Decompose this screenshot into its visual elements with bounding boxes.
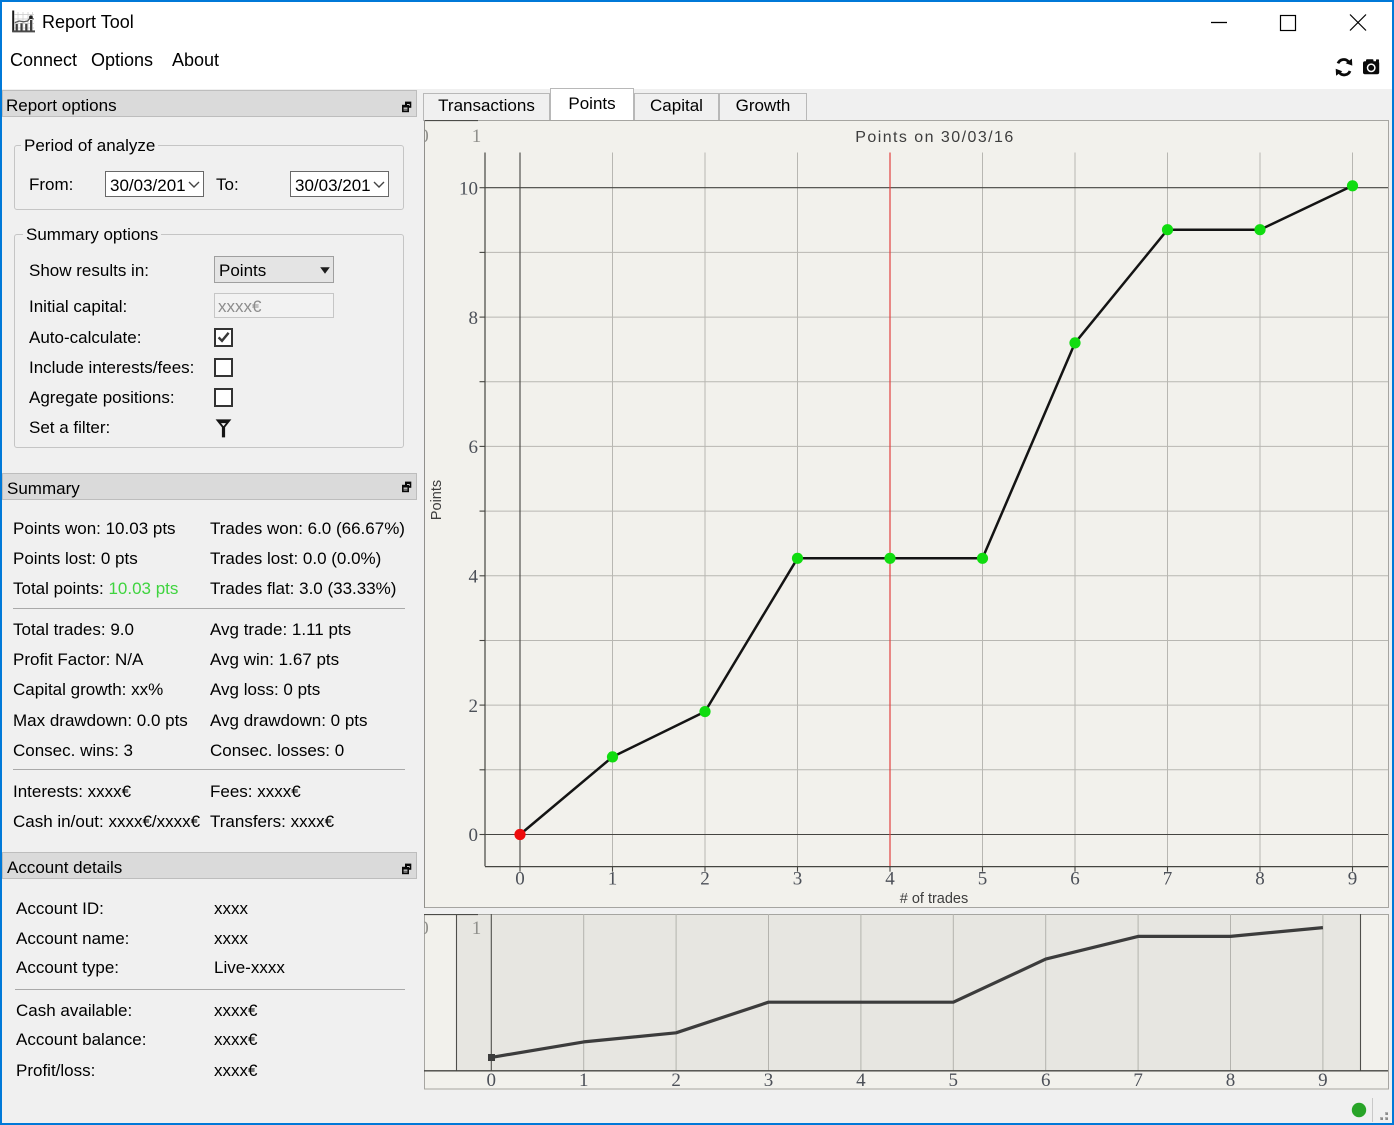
svg-text:2: 2 [700, 869, 710, 890]
svg-text:1: 1 [472, 126, 482, 147]
svg-text:5: 5 [978, 869, 988, 890]
svg-text:Points: Points [429, 480, 445, 520]
svg-text:2: 2 [671, 1070, 681, 1090]
svg-text:0: 0 [515, 869, 525, 890]
svg-text:9: 9 [1348, 869, 1358, 890]
svg-text:7: 7 [1133, 1070, 1143, 1090]
svg-text:6: 6 [1041, 1070, 1051, 1090]
svg-text:1: 1 [472, 918, 482, 939]
svg-text:Points on 30/03/16: Points on 30/03/16 [855, 129, 1015, 146]
svg-text:1: 1 [579, 1070, 589, 1090]
svg-text:8: 8 [469, 308, 479, 329]
svg-text:10: 10 [459, 178, 478, 199]
svg-text:0: 0 [424, 126, 429, 147]
svg-text:9: 9 [1318, 1070, 1328, 1090]
svg-text:0: 0 [424, 918, 429, 939]
svg-text:1: 1 [608, 869, 618, 890]
svg-text:2: 2 [469, 696, 479, 717]
svg-text:3: 3 [793, 869, 803, 890]
svg-text:4: 4 [885, 869, 895, 890]
svg-text:# of trades: # of trades [900, 891, 969, 907]
svg-text:5: 5 [949, 1070, 959, 1090]
svg-text:8: 8 [1255, 869, 1265, 890]
svg-text:0: 0 [469, 825, 479, 846]
svg-text:0: 0 [487, 1070, 497, 1090]
svg-text:4: 4 [856, 1070, 866, 1090]
svg-text:8: 8 [1226, 1070, 1236, 1090]
svg-text:3: 3 [764, 1070, 774, 1090]
svg-text:7: 7 [1163, 869, 1173, 890]
svg-text:6: 6 [469, 437, 479, 458]
svg-text:6: 6 [1070, 869, 1080, 890]
svg-text:4: 4 [469, 567, 479, 588]
